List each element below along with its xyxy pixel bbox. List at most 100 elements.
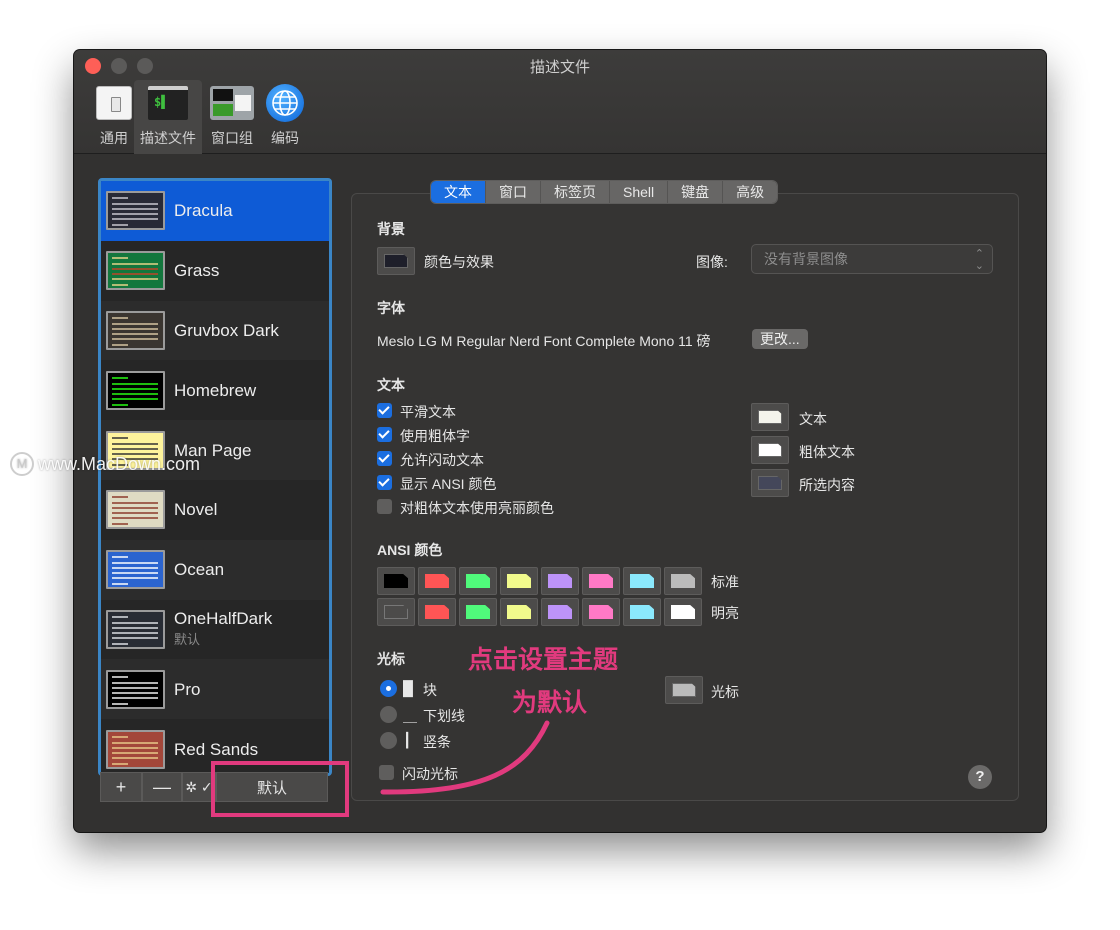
tab-keyboard[interactable]: 键盘 [668,181,724,203]
ansi-normal-label: 标准 [711,574,739,590]
ansi-bright-color-well[interactable] [582,598,620,626]
ansi-normal-color-well[interactable] [664,567,702,595]
profile-name-text: Gruvbox Dark [174,320,279,340]
profile-name-text: Grass [174,261,220,281]
ansi-normal-color-well[interactable] [582,567,620,595]
thumbnail-line [112,392,158,395]
thumbnail-line [112,621,158,624]
thumbnail-line [112,675,128,678]
color-swatch [507,574,531,588]
thumbnail-line [112,681,158,684]
profile-list-item[interactable]: Novel [101,479,329,540]
thumbnail-line [112,502,158,505]
profile-name-text: Pro [174,679,201,699]
add-profile-button[interactable]: + [100,772,142,802]
tab-window[interactable]: 窗口 [486,181,541,203]
toolbar-item-profiles[interactable]: $▌ 描述文件 [134,80,202,154]
color-swatch [466,605,490,619]
thumbnail-line [112,218,158,221]
remove-profile-button[interactable]: — [142,772,182,802]
text-option-checkbox[interactable] [377,451,392,466]
thumbnail-line [112,376,128,379]
ansi-bright-color-well[interactable] [377,598,415,626]
profile-list-item[interactable]: Dracula [101,181,329,241]
thumbnail-line [112,735,128,738]
chevron-updown-icon: ⌃ ⌄ [974,248,984,272]
text-option-label: 使用粗体字 [400,428,470,444]
ansi-bright-color-well[interactable] [459,598,497,626]
profile-list-item[interactable]: OneHalfDark 默认 [101,599,329,660]
profile-list[interactable]: Dracula Grass Gruvbox Dark Homebrew Man Page… [98,178,332,776]
thumbnail-line [112,507,158,510]
prompt-glyph: $▌ [154,95,169,109]
general-switch-icon [96,86,132,120]
text-color-well[interactable] [751,469,789,497]
text-option-checkbox[interactable] [377,427,392,442]
profile-list-item[interactable]: Pro [101,659,329,720]
text-option-checkbox[interactable] [377,403,392,418]
ansi-normal-color-well[interactable] [623,567,661,595]
thumbnail-line [112,517,158,520]
thumbnail-line [112,343,128,346]
thumbnail-line [112,316,128,319]
text-color-well[interactable] [751,403,789,431]
thumbnail-line [112,447,158,450]
ansi-normal-color-well[interactable] [500,567,538,595]
thumbnail-line [112,577,158,580]
thumbnail-line [112,691,158,694]
profile-list-item[interactable]: Ocean [101,539,329,600]
ansi-normal-color-well[interactable] [541,567,579,595]
text-color-label: 粗体文本 [799,444,855,460]
profile-list-item[interactable]: Homebrew [101,360,329,421]
ansi-bright-color-well[interactable] [418,598,456,626]
profile-list-item[interactable]: Gruvbox Dark [101,300,329,361]
change-font-button[interactable]: 更改... [752,329,808,349]
cursor-color-well[interactable] [665,676,703,704]
watermark: M www.MacDown.com [10,452,200,476]
toolbar-item-encodings[interactable]: 编码 [260,80,310,154]
color-swatch [384,574,408,588]
thumbnail-line [112,436,128,439]
profile-preview-thumbnail [106,550,165,590]
globe-icon [266,84,304,122]
toolbar-item-window-groups[interactable]: 窗口组 [202,80,262,154]
profile-name-text: Ocean [174,560,225,580]
ansi-normal-color-well[interactable] [418,567,456,595]
tab-advanced[interactable]: 高级 [723,181,778,203]
text-color-well[interactable] [751,436,789,464]
toolbar-label: 窗口组 [211,130,253,146]
ansi-bright-color-well[interactable] [664,598,702,626]
profile-name-text: Homebrew [174,380,257,400]
profile-list-item[interactable]: Grass [101,240,329,301]
tab-text[interactable]: 文本 [431,181,486,203]
thumbnail-line [112,387,158,390]
profile-preview-thumbnail [106,669,165,709]
ansi-normal-color-well[interactable] [459,567,497,595]
text-option-checkbox[interactable] [377,475,392,490]
color-swatch [384,605,408,619]
color-swatch [671,574,695,588]
tab-tab[interactable]: 标签页 [541,181,610,203]
profile-name: Dracula [174,201,233,220]
ansi-bright-color-well[interactable] [623,598,661,626]
ansi-normal-color-well[interactable] [377,567,415,595]
ansi-bright-color-well[interactable] [541,598,579,626]
ansi-bright-color-well[interactable] [500,598,538,626]
default-profile-badge: 默认 [174,632,201,648]
background-image-label: 图像: [696,254,728,270]
background-image-select[interactable]: 没有背景图像 ⌃ ⌄ [751,244,993,274]
tab-shell[interactable]: Shell [610,181,669,203]
thumbnail-line [112,741,158,744]
thumbnail-line [112,636,158,639]
text-option-checkbox[interactable] [377,499,392,514]
titlebar: 描述文件 通用 $▌ 描述文件 窗口组 编码 [74,50,1046,154]
thumbnail-line [112,208,158,211]
thumbnail-line [112,442,158,445]
thumbnail-line [112,746,158,749]
help-button[interactable]: ? [968,765,992,789]
profile-preview-thumbnail [106,191,165,231]
profile-name-text: Dracula [174,201,233,221]
cursor-style-radio[interactable] [380,680,397,697]
background-color-well[interactable] [377,247,415,275]
thumbnail-line [112,263,158,266]
